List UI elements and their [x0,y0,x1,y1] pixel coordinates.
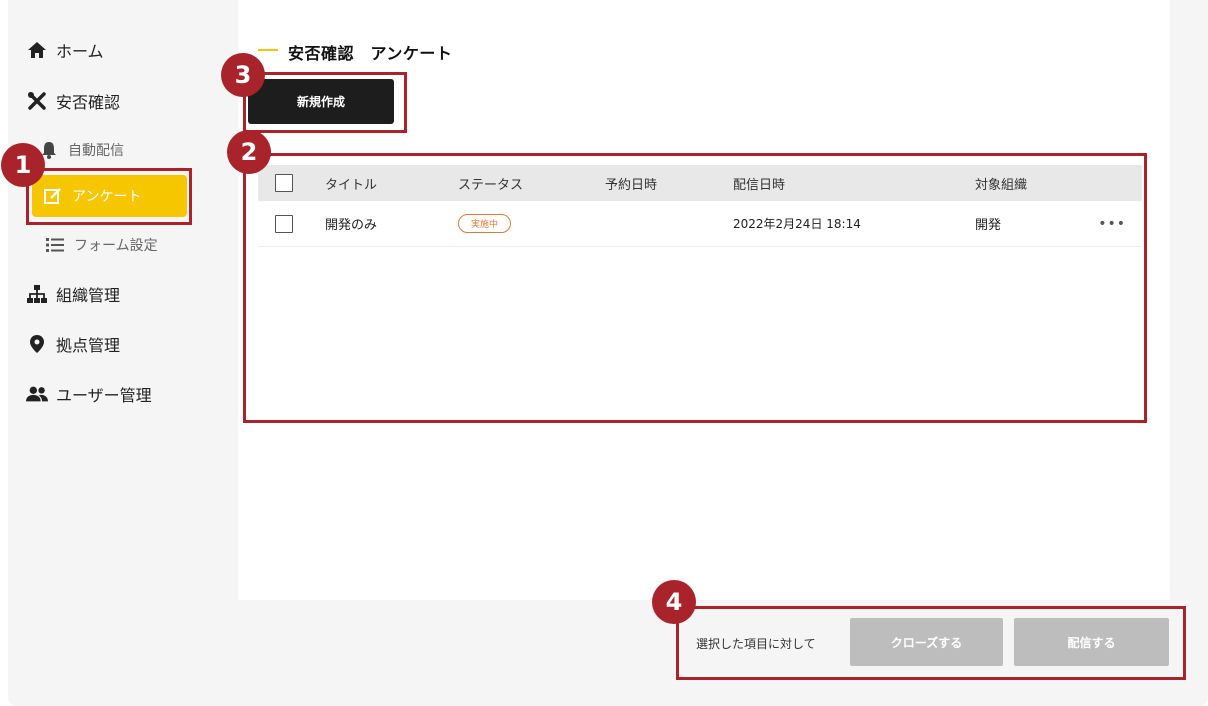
sidebar-item-organization[interactable]: 組織管理 [26,280,120,308]
sidebar-item-users[interactable]: ユーザー管理 [26,380,152,408]
sidebar-item-label: フォーム設定 [74,238,158,254]
sidebar-item-form-settings[interactable]: フォーム設定 [44,231,158,259]
sidebar-item-label: 安否確認 [56,93,121,112]
sidebar: ホーム 安否確認 自動配信 アンケート フォーム設定 組織管理 拠点管理 ユーザ… [0,0,230,706]
annotation-box-4 [676,606,1186,680]
page-title: 安否確認 アンケート [288,44,453,63]
list-icon [44,235,66,255]
annotation-number-4: 4 [652,580,696,624]
tools-icon [26,91,48,111]
annotation-box-1 [26,168,192,225]
title-accent-line [258,49,278,51]
annotation-box-3 [243,72,407,133]
sidebar-item-locations[interactable]: 拠点管理 [26,330,120,358]
annotation-box-2 [243,153,1147,423]
home-icon [26,40,48,60]
org-chart-icon [26,284,48,304]
annotation-number-3: 3 [221,53,265,97]
sidebar-item-label: ホーム [56,42,104,61]
map-pin-icon [26,334,48,354]
sidebar-item-label: ユーザー管理 [56,386,152,405]
sidebar-item-label: 拠点管理 [56,336,121,355]
sidebar-item-home[interactable]: ホーム [26,36,104,64]
sidebar-item-label: 自動配信 [68,143,124,159]
sidebar-item-safety-check[interactable]: 安否確認 [26,87,120,115]
sidebar-item-auto-delivery[interactable]: 自動配信 [38,136,124,164]
sidebar-item-label: 組織管理 [56,286,121,305]
annotation-number-1: 1 [1,143,45,187]
users-icon [26,384,48,404]
annotation-number-2: 2 [227,130,271,174]
